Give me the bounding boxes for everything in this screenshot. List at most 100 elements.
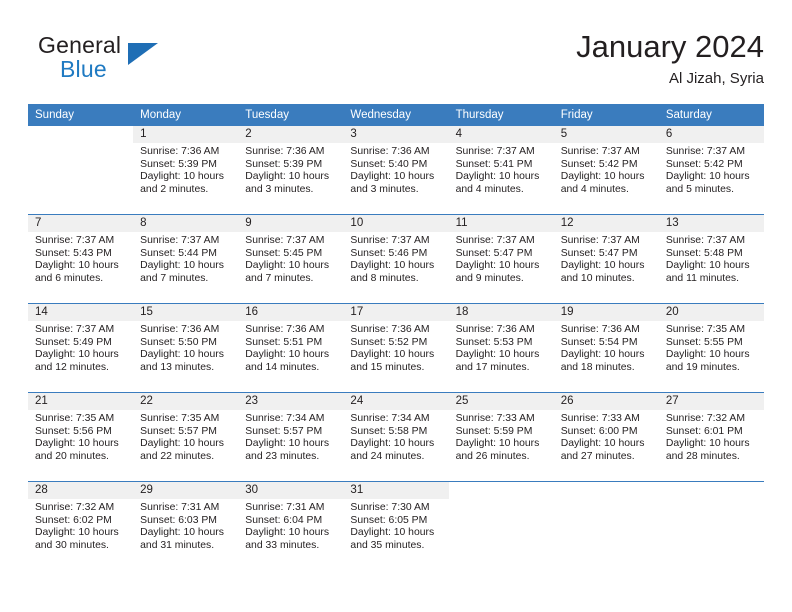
daylight-text-line1: Daylight: 10 hours <box>455 171 540 183</box>
day-cell[interactable]: 12 Sunrise: 7:37 AM Sunset: 5:47 PM Dayligh… <box>553 215 659 303</box>
day-number: 9 <box>238 215 344 232</box>
daylight-text-line1: Daylight: 10 hours <box>35 438 119 450</box>
day-cell[interactable]: 20 Sunrise: 7:35 AM Sunset: 5:55 PM Dayligh… <box>658 304 764 392</box>
daylight-text-line2: and 7 minutes. <box>140 272 209 284</box>
daylight-text-line2: and 2 minutes. <box>140 183 209 195</box>
day-cell[interactable]: 1 Sunrise: 7:36 AM Sunset: 5:39 PM Daylight… <box>133 126 239 214</box>
day-cell[interactable]: 24 Sunrise: 7:34 AM Sunset: 5:58 PM Dayligh… <box>343 393 449 481</box>
day-cell[interactable]: 27 Sunrise: 7:32 AM Sunset: 6:01 PM Dayligh… <box>658 393 764 481</box>
sunrise-text: Sunrise: 7:37 AM <box>455 235 535 246</box>
weekday-header-thursday: Thursday <box>448 104 554 126</box>
day-sun-info: Sunrise: 7:37 AM Sunset: 5:41 PM Daylight:… <box>449 143 554 196</box>
daylight-text-line2: and 35 minutes. <box>350 539 425 551</box>
sunset-text: Sunset: 5:39 PM <box>140 158 217 170</box>
calendar-cell <box>553 481 659 570</box>
day-cell[interactable]: 5 Sunrise: 7:37 AM Sunset: 5:42 PM Daylight… <box>553 126 659 214</box>
day-cell[interactable]: 31 Sunrise: 7:30 AM Sunset: 6:05 PM Dayligh… <box>343 482 449 570</box>
sunset-text: Sunset: 5:59 PM <box>455 425 533 437</box>
day-number: 19 <box>553 304 659 321</box>
daylight-text-line2: and 3 minutes. <box>350 183 419 195</box>
day-sun-info: Sunrise: 7:36 AM Sunset: 5:50 PM Daylight:… <box>133 321 238 374</box>
day-sun-info: Sunrise: 7:37 AM Sunset: 5:42 PM Daylight:… <box>659 143 764 196</box>
calendar-cell: 10 Sunrise: 7:37 AM Sunset: 5:46 PM Dayligh… <box>343 214 449 304</box>
day-cell[interactable]: 16 Sunrise: 7:36 AM Sunset: 5:51 PM Dayligh… <box>238 304 344 392</box>
day-cell[interactable]: 11 Sunrise: 7:37 AM Sunset: 5:47 PM Dayligh… <box>448 215 554 303</box>
day-cell[interactable]: 14 Sunrise: 7:37 AM Sunset: 5:49 PM Dayligh… <box>28 304 134 392</box>
day-number: 18 <box>448 304 554 321</box>
calendar-cell: 8 Sunrise: 7:37 AM Sunset: 5:44 PM Daylight… <box>133 214 239 304</box>
calendar-cell: 11 Sunrise: 7:37 AM Sunset: 5:47 PM Dayligh… <box>448 214 554 304</box>
day-cell[interactable]: 15 Sunrise: 7:36 AM Sunset: 5:50 PM Dayligh… <box>133 304 239 392</box>
sunrise-text: Sunrise: 7:36 AM <box>140 324 220 335</box>
day-number: 10 <box>343 215 449 232</box>
weekday-header-friday: Friday <box>553 104 659 126</box>
daylight-text-line2: and 17 minutes. <box>455 361 530 373</box>
day-cell[interactable]: 4 Sunrise: 7:37 AM Sunset: 5:41 PM Daylight… <box>448 126 554 214</box>
logo-text-blue: Blue <box>60 56 107 82</box>
day-cell[interactable]: 25 Sunrise: 7:33 AM Sunset: 5:59 PM Dayligh… <box>448 393 554 481</box>
daylight-text-line2: and 24 minutes. <box>350 450 425 462</box>
sunrise-text: Sunrise: 7:33 AM <box>560 413 640 424</box>
day-cell[interactable]: 21 Sunrise: 7:35 AM Sunset: 5:56 PM Dayligh… <box>28 393 134 481</box>
day-cell[interactable]: 9 Sunrise: 7:37 AM Sunset: 5:45 PM Daylight… <box>238 215 344 303</box>
sunrise-text: Sunrise: 7:37 AM <box>350 235 430 246</box>
day-cell[interactable]: 2 Sunrise: 7:36 AM Sunset: 5:39 PM Daylight… <box>238 126 344 214</box>
sunrise-text: Sunrise: 7:37 AM <box>245 235 325 246</box>
day-cell[interactable]: 8 Sunrise: 7:37 AM Sunset: 5:44 PM Daylight… <box>133 215 239 303</box>
calendar-week-row: 14 Sunrise: 7:37 AM Sunset: 5:49 PM Dayligh… <box>28 303 764 393</box>
day-cell[interactable]: 13 Sunrise: 7:37 AM Sunset: 5:48 PM Dayligh… <box>658 215 764 303</box>
day-cell[interactable]: 22 Sunrise: 7:35 AM Sunset: 5:57 PM Dayligh… <box>133 393 239 481</box>
sunrise-text: Sunrise: 7:34 AM <box>350 413 430 424</box>
calendar-cell: 2 Sunrise: 7:36 AM Sunset: 5:39 PM Daylight… <box>238 126 344 215</box>
day-sun-info: Sunrise: 7:37 AM Sunset: 5:43 PM Daylight:… <box>28 232 133 285</box>
calendar-cell: 28 Sunrise: 7:32 AM Sunset: 6:02 PM Dayligh… <box>28 481 134 570</box>
day-sun-info: Sunrise: 7:34 AM Sunset: 5:58 PM Daylight:… <box>343 410 448 463</box>
day-cell[interactable]: 29 Sunrise: 7:31 AM Sunset: 6:03 PM Dayligh… <box>133 482 239 570</box>
sunset-text: Sunset: 6:04 PM <box>245 514 323 526</box>
day-cell-empty <box>448 482 554 570</box>
daylight-text-line1: Daylight: 10 hours <box>35 260 119 272</box>
day-cell[interactable]: 6 Sunrise: 7:37 AM Sunset: 5:42 PM Daylight… <box>658 126 764 214</box>
sunrise-text: Sunrise: 7:35 AM <box>665 324 745 335</box>
calendar-cell: 15 Sunrise: 7:36 AM Sunset: 5:50 PM Dayligh… <box>133 303 239 393</box>
day-number: 15 <box>133 304 239 321</box>
daylight-text-line1: Daylight: 10 hours <box>560 260 645 272</box>
daylight-text-line1: Daylight: 10 hours <box>455 260 540 272</box>
day-cell[interactable]: 23 Sunrise: 7:34 AM Sunset: 5:57 PM Dayligh… <box>238 393 344 481</box>
day-sun-info: Sunrise: 7:30 AM Sunset: 6:05 PM Daylight:… <box>343 499 448 552</box>
daylight-text-line1: Daylight: 10 hours <box>455 349 540 361</box>
day-number: 28 <box>28 482 134 499</box>
daylight-text-line2: and 14 minutes. <box>245 361 320 373</box>
calendar-cell <box>28 126 134 215</box>
calendar-cell <box>448 481 554 570</box>
day-cell[interactable]: 3 Sunrise: 7:36 AM Sunset: 5:40 PM Daylight… <box>343 126 449 214</box>
calendar-cell: 18 Sunrise: 7:36 AM Sunset: 5:53 PM Dayligh… <box>448 303 554 393</box>
sunset-text: Sunset: 5:49 PM <box>35 336 112 348</box>
day-cell[interactable]: 28 Sunrise: 7:32 AM Sunset: 6:02 PM Dayligh… <box>28 482 134 570</box>
day-sun-info: Sunrise: 7:37 AM Sunset: 5:47 PM Daylight:… <box>449 232 554 285</box>
daylight-text-line2: and 19 minutes. <box>665 361 740 373</box>
daylight-text-line2: and 5 minutes. <box>665 183 735 195</box>
calendar-cell: 9 Sunrise: 7:37 AM Sunset: 5:45 PM Daylight… <box>238 214 344 304</box>
day-sun-info: Sunrise: 7:36 AM Sunset: 5:39 PM Daylight:… <box>238 143 343 196</box>
day-cell[interactable]: 26 Sunrise: 7:33 AM Sunset: 6:00 PM Dayligh… <box>553 393 659 481</box>
daylight-text-line2: and 22 minutes. <box>140 450 215 462</box>
daylight-text-line2: and 20 minutes. <box>35 450 109 462</box>
day-cell[interactable]: 17 Sunrise: 7:36 AM Sunset: 5:52 PM Dayligh… <box>343 304 449 392</box>
day-number: 16 <box>238 304 344 321</box>
day-cell[interactable]: 19 Sunrise: 7:36 AM Sunset: 5:54 PM Dayligh… <box>553 304 659 392</box>
day-cell[interactable]: 18 Sunrise: 7:36 AM Sunset: 5:53 PM Dayligh… <box>448 304 554 392</box>
day-cell[interactable]: 7 Sunrise: 7:37 AM Sunset: 5:43 PM Daylight… <box>28 215 134 303</box>
daylight-text-line1: Daylight: 10 hours <box>665 349 750 361</box>
general-blue-logo[interactable]: General Blue <box>28 32 248 88</box>
daylight-text-line1: Daylight: 10 hours <box>140 171 224 183</box>
day-number: 7 <box>28 215 134 232</box>
day-sun-info: Sunrise: 7:35 AM Sunset: 5:57 PM Daylight:… <box>133 410 238 463</box>
sunset-text: Sunset: 5:44 PM <box>140 247 217 259</box>
calendar-cell: 4 Sunrise: 7:37 AM Sunset: 5:41 PM Daylight… <box>448 126 554 215</box>
day-cell[interactable]: 10 Sunrise: 7:37 AM Sunset: 5:46 PM Dayligh… <box>343 215 449 303</box>
day-cell[interactable]: 30 Sunrise: 7:31 AM Sunset: 6:04 PM Dayligh… <box>238 482 344 570</box>
sunset-text: Sunset: 5:50 PM <box>140 336 217 348</box>
calendar-cell: 22 Sunrise: 7:35 AM Sunset: 5:57 PM Dayligh… <box>133 392 239 482</box>
calendar-cell: 29 Sunrise: 7:31 AM Sunset: 6:03 PM Dayligh… <box>133 481 239 570</box>
